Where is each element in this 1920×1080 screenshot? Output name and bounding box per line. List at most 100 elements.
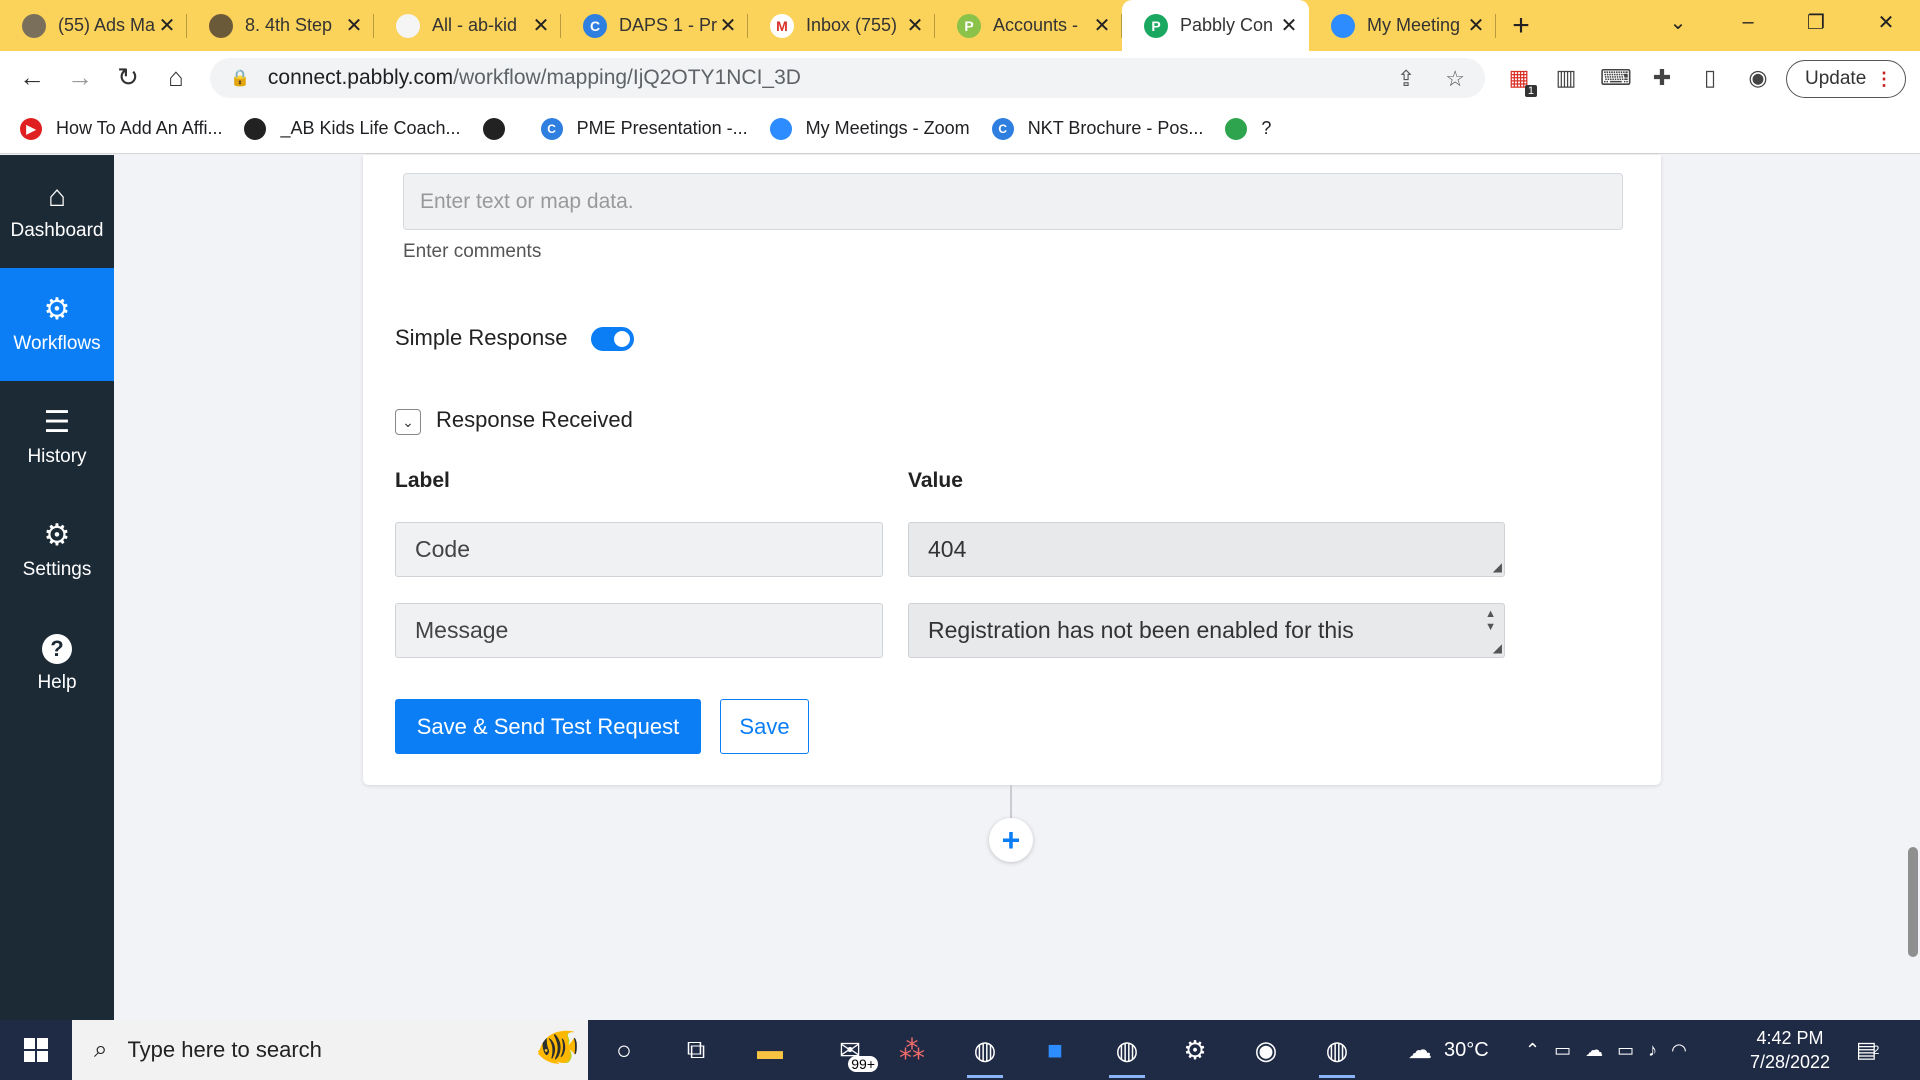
response-value-field[interactable]: Registration has not been enabled for th… <box>908 603 1505 658</box>
bookmark-item[interactable]: C PME Presentation -... <box>540 117 748 140</box>
comments-input[interactable]: Enter text or map data. <box>403 173 1623 230</box>
cortana-icon[interactable]: ○ <box>594 1020 654 1080</box>
bookmark-item[interactable]: _AB Kids Life Coach... <box>244 117 461 140</box>
scroll-arrows-icon[interactable]: ▲ ▼ <box>1485 608 1496 634</box>
label-column-header: Label <box>395 469 450 492</box>
close-icon[interactable]: ✕ <box>1466 13 1486 38</box>
home-icon[interactable]: ⌂ <box>152 62 200 93</box>
restore-button[interactable]: ❐ <box>1786 0 1846 44</box>
settings-taskbar-icon[interactable]: ⚙ <box>1165 1020 1225 1080</box>
sidebar-item-settings[interactable]: ⚙ Settings <box>0 494 114 607</box>
bookmark-item[interactable]: My Meetings - Zoom <box>769 117 970 140</box>
calendar-extension-icon[interactable]: ▦ 1 <box>1505 65 1537 97</box>
browser-tab[interactable]: P Pabbly Con ✕ <box>1122 0 1309 51</box>
bookmark-star-icon[interactable]: ☆ <box>1445 66 1465 92</box>
update-button[interactable]: Update ⋮ <box>1786 60 1906 98</box>
browser-tab[interactable]: P Accounts - ✕ <box>935 0 1122 51</box>
sidebar-item-label: Dashboard <box>10 219 104 241</box>
battery-icon[interactable]: ▭ <box>1617 1040 1634 1061</box>
bookmark-item[interactable]: C NKT Brochure - Pos... <box>991 117 1203 140</box>
address-bar[interactable]: 🔒 connect.pabbly.com /workflow/mapping/I… <box>210 58 1485 98</box>
new-tab-button[interactable]: + <box>1496 9 1546 43</box>
weather-widget[interactable]: ☁ 30°C <box>1408 1020 1489 1080</box>
notification-center-icon[interactable]: ▤ 2 <box>1856 1020 1879 1080</box>
resize-handle-icon[interactable]: ◢ <box>1493 560 1502 574</box>
sidebar-item-help[interactable]: ? Help <box>0 607 114 720</box>
close-window-button[interactable]: ✕ <box>1856 0 1916 44</box>
browser-tab[interactable]: 8. 4th Step ✕ <box>187 0 374 51</box>
bookmark-item[interactable]: ▶ How To Add An Affi... <box>20 117 223 140</box>
bookmark-label: My Meetings - Zoom <box>805 118 970 138</box>
onedrive-icon[interactable]: ☁ <box>1585 1040 1603 1061</box>
browser-tab[interactable]: C DAPS 1 - Pr ✕ <box>561 0 748 51</box>
save-and-send-test-button[interactable]: Save & Send Test Request <box>395 699 701 754</box>
camera-app-icon[interactable]: ◉ <box>1236 1020 1296 1080</box>
profile-avatar[interactable]: ◉ <box>1744 65 1772 93</box>
close-icon[interactable]: ✕ <box>1092 13 1112 38</box>
share-icon[interactable]: ⇪ <box>1397 66 1415 92</box>
bookmarks-bar: ▶ How To Add An Affi... _AB Kids Life Coac… <box>0 104 1920 154</box>
side-panel-icon[interactable]: ▯ <box>1696 65 1724 93</box>
close-icon[interactable]: ✕ <box>531 13 551 38</box>
taskbar-clock[interactable]: 4:42 PM 7/28/2022 <box>1740 1026 1840 1074</box>
tab-title: DAPS 1 - Pr <box>619 15 718 35</box>
windows-start-icon[interactable] <box>0 1020 72 1080</box>
browser-tab[interactable]: M Inbox (755) ✕ <box>748 0 935 51</box>
response-value-field[interactable]: 404 ◢ <box>908 522 1505 577</box>
extensions-puzzle-icon[interactable]: ✚ <box>1648 65 1676 93</box>
sidebar-item-history[interactable]: ☰ History <box>0 381 114 494</box>
simple-response-toggle[interactable] <box>591 327 634 351</box>
document-icon <box>396 13 420 38</box>
response-label-field[interactable]: Message <box>395 603 883 658</box>
browser-tab[interactable]: (55) Ads Ma ✕ <box>0 0 187 51</box>
close-icon[interactable]: ✕ <box>157 13 177 38</box>
zoom-taskbar-icon[interactable]: ■ <box>1025 1020 1085 1080</box>
resize-handle-icon[interactable]: ◢ <box>1493 641 1502 655</box>
browser-tab[interactable]: All - ab-kid ✕ <box>374 0 561 51</box>
forward-icon[interactable]: → <box>56 62 104 93</box>
back-icon[interactable]: ← <box>8 62 56 93</box>
tab-title: All - ab-kid <box>432 15 518 35</box>
volume-icon[interactable]: ♪ <box>1648 1040 1657 1061</box>
close-icon[interactable]: ✕ <box>905 13 925 38</box>
bookmark-label: How To Add An Affi... <box>56 118 223 138</box>
browser-toolbar: ← → ↻ ⌂ 🔒 connect.pabbly.com /workflow/m… <box>0 51 1920 104</box>
taskbar-search-box[interactable]: ⌕ Type here to search 🐠 <box>72 1020 588 1080</box>
field-text: Code <box>415 536 470 562</box>
bookmark-item[interactable] <box>482 117 519 140</box>
zoom-icon <box>769 117 792 140</box>
chrome-profile-icon[interactable]: ◍ <box>1097 1020 1157 1080</box>
close-icon[interactable]: ✕ <box>718 13 738 38</box>
mail-icon[interactable]: ✉ 99+ <box>820 1020 880 1080</box>
reader-extension-icon[interactable]: ▥ <box>1552 65 1580 93</box>
sidebar-item-workflows[interactable]: ⚙ Workflows <box>0 268 114 381</box>
screencast-extension-icon[interactable]: ⌨ <box>1600 65 1632 93</box>
reload-icon[interactable]: ↻ <box>104 62 152 93</box>
more-menu-icon[interactable]: ⋮ <box>1875 69 1893 90</box>
field-text: Registration has not been enabled for th… <box>928 617 1354 643</box>
gmail-icon: M <box>770 13 794 38</box>
task-view-icon[interactable]: ⧉ <box>666 1020 726 1080</box>
sidebar-item-dashboard[interactable]: ⌂ Dashboard <box>0 155 114 268</box>
close-icon[interactable]: ✕ <box>344 13 364 38</box>
chrome-icon[interactable]: ◍ <box>955 1020 1015 1080</box>
tab-search-icon[interactable]: ⌄ <box>1648 0 1708 44</box>
workflow-icon: ⚙ <box>43 292 71 326</box>
save-button[interactable]: Save <box>720 699 809 754</box>
chrome-profile-icon[interactable]: ◍ <box>1307 1020 1367 1080</box>
meet-now-icon[interactable]: ▭ <box>1554 1040 1571 1061</box>
lock-icon[interactable]: 🔒 <box>230 68 250 88</box>
close-icon[interactable]: ✕ <box>1279 13 1299 38</box>
wifi-icon[interactable]: ◠ <box>1671 1040 1687 1061</box>
chevron-up-icon[interactable]: ⌃ <box>1525 1040 1540 1061</box>
browser-tab[interactable]: My Meeting ✕ <box>1309 0 1496 51</box>
response-label-field[interactable]: Code <box>395 522 883 577</box>
minimize-button[interactable]: – <box>1718 0 1778 44</box>
file-explorer-icon[interactable]: ▬ <box>740 1020 800 1080</box>
add-step-plus-icon[interactable]: + <box>989 818 1033 862</box>
chevron-down-icon[interactable]: ⌄ <box>395 409 421 435</box>
page-scrollbar[interactable] <box>1908 847 1918 957</box>
tab-list: (55) Ads Ma ✕ 8. 4th Step ✕ All - ab-kid ✕ C DA… <box>0 0 1496 51</box>
bookmark-item[interactable]: ? <box>1225 117 1271 140</box>
asana-icon[interactable]: ⁂ <box>882 1020 942 1080</box>
